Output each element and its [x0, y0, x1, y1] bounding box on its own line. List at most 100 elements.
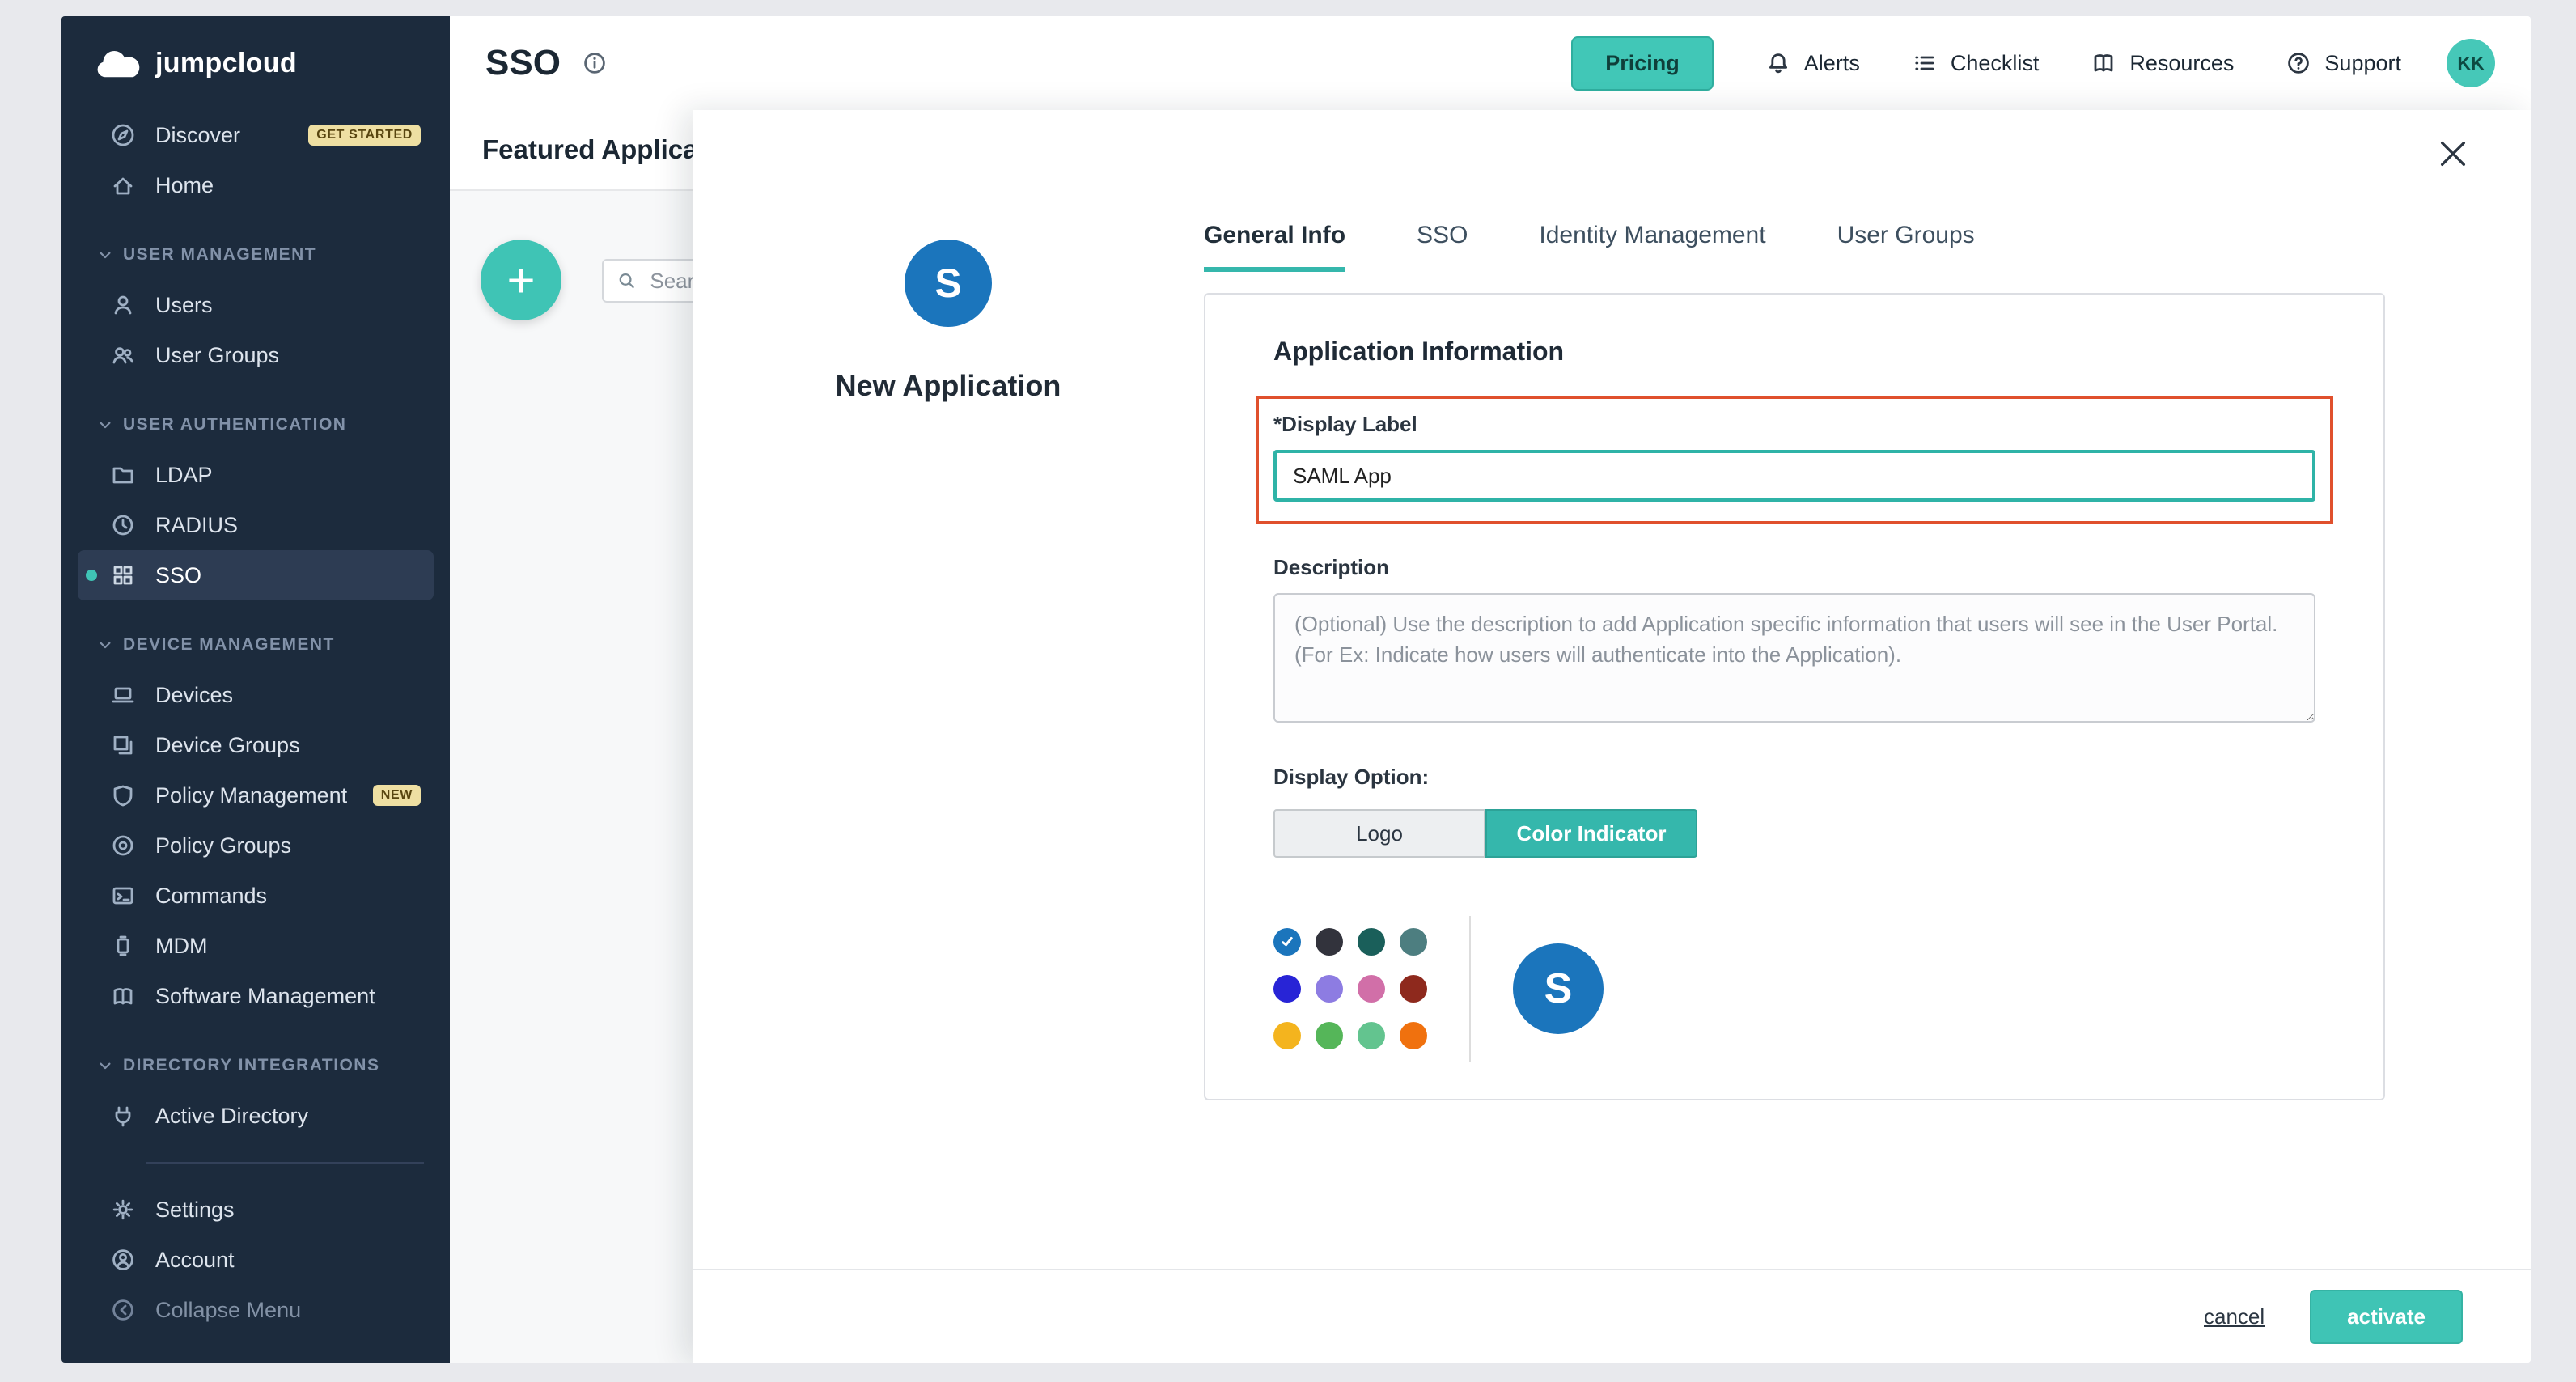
color-swatch[interactable] — [1400, 1022, 1427, 1049]
application-information-card: Application Information *Display Label D… — [1204, 293, 2385, 1100]
collapse-icon — [110, 1297, 136, 1323]
description-textarea[interactable] — [1273, 593, 2315, 723]
tab-general-info[interactable]: General Info — [1204, 222, 1345, 272]
bell-icon — [1765, 50, 1791, 76]
display-option-toggle: Logo Color Indicator — [1273, 809, 2315, 858]
color-swatch[interactable] — [1316, 1022, 1343, 1049]
color-swatch[interactable] — [1273, 975, 1301, 1003]
display-label-label: *Display Label — [1273, 412, 2315, 437]
sidebar-item-ldap[interactable]: LDAP — [78, 450, 434, 500]
color-swatch[interactable] — [1358, 975, 1385, 1003]
sidebar-item-sso[interactable]: SSO — [78, 550, 434, 600]
section-user-management[interactable]: USER MANAGEMENT — [78, 230, 434, 280]
active-indicator-dot — [86, 570, 97, 581]
user-avatar[interactable]: KK — [2447, 39, 2495, 87]
color-swatch[interactable] — [1400, 975, 1427, 1003]
section-title: DEVICE MANAGEMENT — [123, 635, 335, 655]
color-swatch[interactable] — [1316, 975, 1343, 1003]
add-application-button[interactable]: + — [481, 240, 561, 320]
color-swatch[interactable] — [1273, 1022, 1301, 1049]
color-preview-avatar: S — [1513, 943, 1604, 1034]
cancel-link[interactable]: cancel — [2204, 1304, 2265, 1329]
logo-text: jumpcloud — [155, 48, 297, 79]
sidebar-item-radius[interactable]: RADIUS — [78, 500, 434, 550]
color-indicator-option-button[interactable]: Color Indicator — [1485, 809, 1697, 858]
sidebar-item-software-management[interactable]: Software Management — [78, 971, 434, 1021]
section-device-management[interactable]: DEVICE MANAGEMENT — [78, 620, 434, 670]
activate-button[interactable]: activate — [2310, 1290, 2463, 1344]
nav-label: Alerts — [1804, 51, 1860, 76]
sidebar-item-label: Account — [155, 1248, 235, 1273]
sidebar-item-label: Policy Management — [155, 783, 347, 808]
sidebar-item-label: Home — [155, 173, 214, 198]
top-header: SSO Pricing Alerts Checklist Resources — [450, 16, 2531, 110]
folder-icon — [110, 462, 136, 488]
sidebar-item-mdm[interactable]: MDM — [78, 921, 434, 971]
sidebar-item-devices[interactable]: Devices — [78, 670, 434, 720]
nav-item-checklist[interactable]: Checklist — [1912, 50, 2040, 76]
clock-icon — [110, 512, 136, 538]
sidebar-item-home[interactable]: Home — [78, 160, 434, 210]
tab-sso[interactable]: SSO — [1417, 222, 1468, 272]
account-icon — [110, 1247, 136, 1273]
color-swatch[interactable] — [1400, 928, 1427, 956]
sidebar: jumpcloud Discover GET STARTED Home USER… — [61, 16, 450, 1363]
section-title: DIRECTORY INTEGRATIONS — [123, 1056, 379, 1075]
sidebar-item-discover[interactable]: Discover GET STARTED — [78, 110, 434, 160]
sidebar-item-label: RADIUS — [155, 513, 238, 538]
info-icon[interactable] — [582, 50, 608, 76]
close-button[interactable] — [2435, 138, 2471, 173]
tab-user-groups[interactable]: User Groups — [1837, 222, 1975, 272]
sidebar-item-label: Users — [155, 293, 213, 318]
tab-identity-management[interactable]: Identity Management — [1539, 222, 1765, 272]
color-swatch[interactable] — [1358, 1022, 1385, 1049]
sidebar-item-label: Commands — [155, 884, 267, 909]
sidebar-item-label: Discover — [155, 123, 240, 148]
sidebar-item-device-groups[interactable]: Device Groups — [78, 720, 434, 770]
sidebar-item-settings[interactable]: Settings — [78, 1185, 434, 1235]
get-started-badge: GET STARTED — [308, 125, 421, 146]
stack-icon — [110, 732, 136, 758]
sidebar-item-user-groups[interactable]: User Groups — [78, 330, 434, 380]
sidebar-item-label: Active Directory — [155, 1104, 308, 1129]
sidebar-item-policy-management[interactable]: Policy Management NEW — [78, 770, 434, 820]
logo-option-button[interactable]: Logo — [1273, 809, 1485, 858]
mobile-icon — [110, 933, 136, 959]
section-directory-integrations[interactable]: DIRECTORY INTEGRATIONS — [78, 1041, 434, 1091]
new-badge: NEW — [373, 785, 421, 806]
color-swatch[interactable] — [1316, 928, 1343, 956]
section-title: USER AUTHENTICATION — [123, 415, 346, 435]
screen: jumpcloud Discover GET STARTED Home USER… — [0, 0, 2576, 1382]
chevron-down-icon — [97, 247, 113, 263]
display-label-input[interactable] — [1273, 450, 2315, 502]
color-indicator-section: S — [1273, 916, 2315, 1062]
section-user-authentication[interactable]: USER AUTHENTICATION — [78, 400, 434, 450]
sidebar-item-collapse-menu[interactable]: Collapse Menu — [78, 1285, 434, 1335]
sidebar-item-commands[interactable]: Commands — [78, 871, 434, 921]
nav-item-support[interactable]: Support — [2286, 50, 2401, 76]
book-icon — [110, 983, 136, 1009]
search-icon — [616, 269, 637, 292]
nav-item-alerts[interactable]: Alerts — [1765, 50, 1860, 76]
chevron-down-icon — [97, 637, 113, 653]
sidebar-item-label: MDM — [155, 934, 207, 959]
users-icon — [110, 342, 136, 368]
app-window: jumpcloud Discover GET STARTED Home USER… — [61, 16, 2531, 1363]
sidebar-item-account[interactable]: Account — [78, 1235, 434, 1285]
close-icon — [2437, 138, 2469, 170]
color-swatch[interactable] — [1358, 928, 1385, 956]
sidebar-item-policy-groups[interactable]: Policy Groups — [78, 820, 434, 871]
jumpcloud-logo[interactable]: jumpcloud — [61, 16, 450, 110]
pricing-button[interactable]: Pricing — [1571, 36, 1714, 91]
laptop-icon — [110, 682, 136, 708]
display-label-annotation-box: *Display Label — [1256, 396, 2333, 524]
sidebar-item-active-directory[interactable]: Active Directory — [78, 1091, 434, 1141]
page-title: SSO — [485, 43, 561, 83]
card-title: Application Information — [1273, 337, 2315, 367]
app-name: New Application — [693, 369, 1204, 403]
sidebar-item-users[interactable]: Users — [78, 280, 434, 330]
chevron-down-icon — [97, 1058, 113, 1074]
nav-item-resources[interactable]: Resources — [2091, 50, 2234, 76]
color-swatch[interactable] — [1273, 928, 1301, 956]
sidebar-item-label: LDAP — [155, 463, 213, 488]
